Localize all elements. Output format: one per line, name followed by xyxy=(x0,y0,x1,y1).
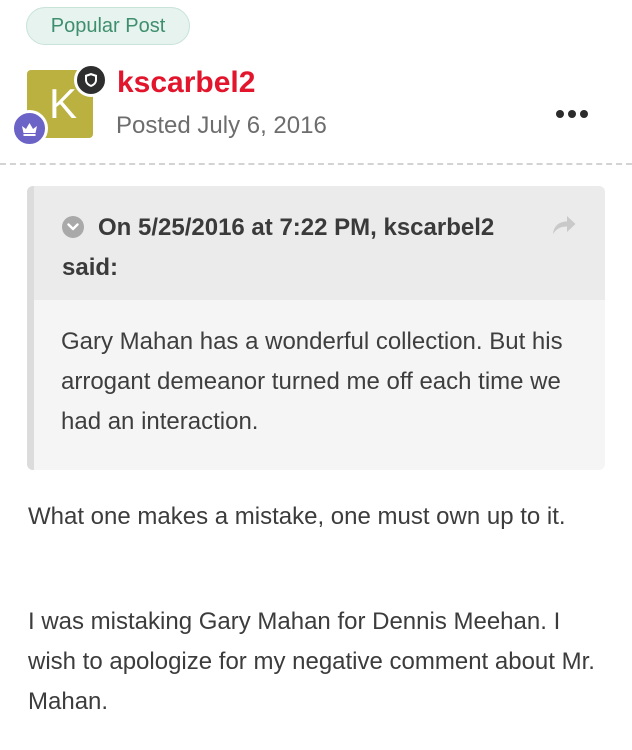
quote-text: Gary Mahan has a wonderful collection. B… xyxy=(61,328,563,435)
rank-badge xyxy=(11,110,48,147)
post-divider xyxy=(0,163,632,165)
quote-attribution: On 5/25/2016 at 7:22 PM, kscarbel2 said: xyxy=(62,214,495,281)
more-options-button[interactable] xyxy=(556,104,588,124)
avatar-letter: K xyxy=(48,80,77,127)
shield-icon xyxy=(85,73,97,87)
share-arrow-icon[interactable] xyxy=(551,214,577,236)
post-date: Posted July 6, 2016 xyxy=(116,112,327,139)
crown-rank-icon xyxy=(22,122,37,136)
post-paragraph: I was mistaking Gary Mahan for Dennis Me… xyxy=(28,608,595,715)
more-options-icon xyxy=(556,110,564,118)
popular-post-badge: Popular Post xyxy=(26,7,190,45)
author-name[interactable]: kscarbel2 xyxy=(117,63,255,103)
post-paragraph: What one makes a mistake, one must own u… xyxy=(28,503,566,530)
quote-border xyxy=(27,186,34,470)
moderator-badge xyxy=(74,63,108,97)
